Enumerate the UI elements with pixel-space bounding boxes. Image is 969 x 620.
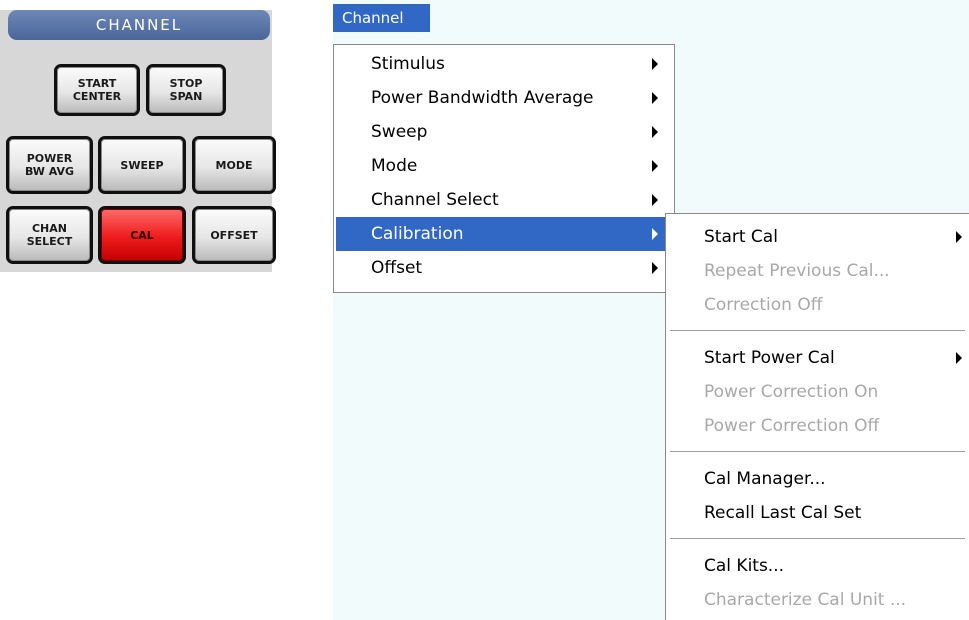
submenu-item-cal-manager[interactable]: Cal Manager... [668,462,967,496]
menu-item-stimulus[interactable]: Stimulus [336,47,672,81]
start-center-key[interactable]: START CENTER [54,64,140,116]
menu-item-power-bandwidth-average[interactable]: Power Bandwidth Average [336,81,672,115]
submenu-item-cal-kits[interactable]: Cal Kits... [668,549,967,583]
submenu-item-repeat-previous-cal: Repeat Previous Cal... [704,261,890,281]
stop-span-key[interactable]: STOP SPAN [146,64,226,116]
submenu-item-start-power-cal[interactable]: Start Power Cal [668,341,967,375]
power-bw-avg-key[interactable]: POWER BW AVG [6,136,93,194]
menu-separator [670,538,965,540]
menu-separator [670,451,965,453]
channel-hardkey-panel: CHANNEL START CENTER STOP SPAN POWER BW … [0,10,276,272]
submenu-arrow-icon [652,194,658,206]
menu-item-calibration[interactable]: Calibration [336,217,672,251]
mode-key[interactable]: MODE [192,136,276,194]
submenu-arrow-icon [956,231,962,243]
offset-key[interactable]: OFFSET [192,206,276,264]
channel-menu: Stimulus Power Bandwidth Average Sweep M… [333,44,675,293]
menu-item-sweep[interactable]: Sweep [336,115,672,149]
menu-separator [670,330,965,332]
submenu-item-power-correction-off: Power Correction Off [704,416,880,436]
menu-channel[interactable]: Channel [333,4,430,32]
menu-item-channel-select[interactable]: Channel Select [336,183,672,217]
submenu-item-start-cal[interactable]: Start Cal [668,220,967,254]
submenu-item-recall-last-cal-set[interactable]: Recall Last Cal Set [668,496,967,530]
chan-select-key[interactable]: CHAN SELECT [6,206,93,264]
submenu-item-correction-off: Correction Off [704,295,823,315]
menu-item-mode[interactable]: Mode [336,149,672,183]
menu-item-offset[interactable]: Offset [336,251,672,285]
calibration-submenu: Start Cal Repeat Previous Cal... Correct… [665,213,969,620]
submenu-arrow-icon [652,58,658,70]
panel-title: CHANNEL [8,10,270,40]
submenu-arrow-icon [652,92,658,104]
submenu-arrow-icon [652,262,658,274]
submenu-arrow-icon [652,160,658,172]
sweep-key[interactable]: SWEEP [98,136,186,194]
submenu-arrow-icon [652,126,658,138]
submenu-item-characterize-cal-unit: Characterize Cal Unit ... [704,590,907,610]
submenu-item-power-correction-on: Power Correction On [704,382,879,402]
submenu-arrow-icon [652,228,658,240]
submenu-arrow-icon [956,352,962,364]
cal-key[interactable]: CAL [98,206,186,264]
